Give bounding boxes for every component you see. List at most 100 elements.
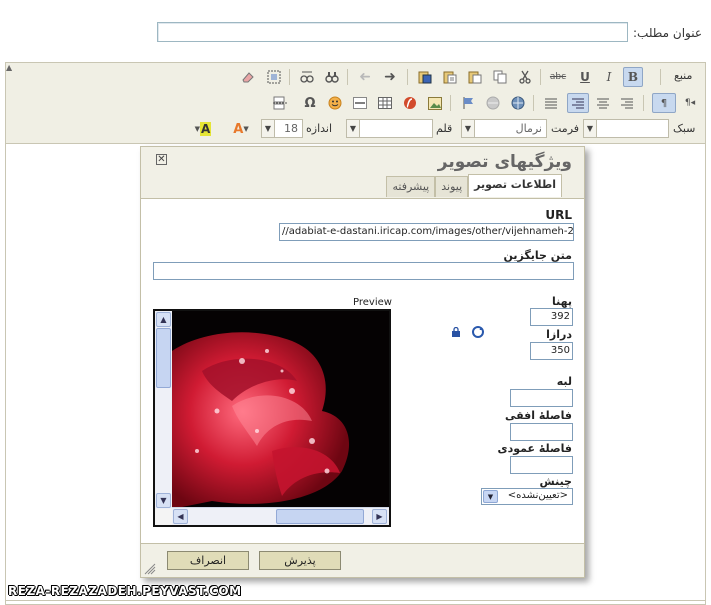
horizontal-rule-icon [353, 97, 367, 109]
height-input[interactable]: 350 [530, 342, 573, 360]
copy-button[interactable] [490, 67, 510, 87]
url-label: URL [545, 208, 572, 222]
url-input[interactable]: //adabiat-e-dastani.iricap.com/images/ot… [279, 223, 574, 241]
align-center-button[interactable] [593, 93, 613, 113]
post-title-label: عنوان مطلب: [633, 26, 703, 40]
vertical-scroll-thumb[interactable] [156, 328, 171, 388]
toolbar-row-2: ¶◂ ¶ Ω [10, 92, 701, 116]
collapse-toolbar-icon[interactable]: ▲ [6, 63, 12, 72]
strike-button[interactable]: abc [548, 67, 568, 87]
italic-button[interactable]: I [599, 67, 619, 87]
paste-word-icon [418, 71, 432, 84]
toolbar-separator [540, 69, 541, 85]
border-label: لبه [556, 375, 572, 388]
size-dropdown-arrow[interactable]: ▼ [261, 119, 275, 138]
undo-icon: ➜ [359, 69, 371, 85]
hspace-input[interactable] [510, 423, 573, 441]
cancel-button[interactable]: انصراف [167, 551, 249, 570]
tab-link[interactable]: پیوند [435, 176, 469, 197]
width-input[interactable]: 392 [530, 308, 573, 326]
border-input[interactable] [510, 389, 573, 407]
tab-image-info[interactable]: اطلاعات تصویر [468, 174, 562, 197]
flash-icon [404, 97, 416, 109]
copy-icon [493, 70, 507, 84]
watermark-text: REZA-REZAZADEH.PEYVAST.COM [8, 584, 242, 598]
cut-button[interactable] [515, 67, 535, 87]
align-left-button[interactable] [541, 93, 561, 113]
source-label: منبع [674, 69, 693, 82]
binoculars-icon [325, 72, 339, 83]
format-label: فرمت [551, 122, 580, 135]
unlink-button[interactable] [483, 93, 503, 113]
tab-advanced[interactable]: پیشرفته [386, 176, 436, 197]
ok-button[interactable]: پذیرش [259, 551, 341, 570]
ltr-icon: ¶◂ [684, 98, 696, 108]
preview-horizontal-scrollbar[interactable]: ◀ ▶ [172, 507, 389, 525]
dialog-title: ویژگیهای تصویر [437, 152, 572, 172]
underline-button[interactable]: U [575, 67, 595, 87]
align-right-active-button[interactable] [567, 93, 589, 113]
hspace-label: فاصلهٔ افقی [505, 409, 572, 422]
source-button[interactable]: منبع [674, 67, 706, 87]
lock-ratio-icon[interactable] [451, 327, 461, 337]
flag-icon [463, 97, 473, 109]
toolbar-separator [450, 95, 451, 111]
table-button[interactable] [375, 93, 395, 113]
paste-button[interactable] [465, 67, 485, 87]
scroll-right-icon[interactable]: ▶ [372, 509, 387, 524]
smiley-button[interactable] [325, 93, 345, 113]
paste-word-button[interactable] [415, 67, 435, 87]
toolbar-separator [289, 69, 290, 85]
undo-button[interactable]: ➜ [355, 67, 375, 87]
reset-size-icon[interactable] [472, 326, 484, 338]
alt-text-input[interactable] [153, 262, 574, 280]
chevron-down-icon[interactable]: ▼ [483, 490, 498, 503]
preview-vertical-scrollbar[interactable]: ▲ ▼ [155, 311, 173, 509]
globe-link-icon [511, 96, 524, 110]
flash-button[interactable] [400, 93, 420, 113]
scroll-left-icon[interactable]: ◀ [173, 509, 188, 524]
format-dropdown-arrow[interactable]: ▼ [461, 119, 475, 138]
scissors-icon [519, 70, 531, 84]
bold-button[interactable]: B [623, 67, 643, 87]
align-label: چینش [539, 475, 572, 488]
rose-image [172, 311, 389, 509]
resize-grip-icon[interactable] [144, 563, 156, 575]
rtl-button[interactable]: ¶ [652, 93, 676, 113]
redo-button[interactable]: ➜ [380, 67, 400, 87]
align-left-icon [545, 98, 557, 108]
vspace-input[interactable] [510, 456, 573, 474]
align-right-icon [621, 98, 633, 108]
size-label: اندازه [306, 122, 333, 135]
bg-color-icon: A [233, 121, 244, 137]
align-right-button[interactable] [617, 93, 637, 113]
toolbar-separator [407, 69, 408, 85]
scroll-down-icon[interactable]: ▼ [156, 493, 171, 508]
special-char-button[interactable]: Ω [300, 93, 320, 113]
image-button[interactable] [425, 93, 445, 113]
ltr-button[interactable]: ¶◂ [680, 93, 700, 113]
editor-bottom-border [6, 600, 705, 601]
replace-button[interactable] [297, 67, 317, 87]
text-color-button[interactable]: ▼ A [190, 119, 216, 139]
font-dropdown-arrow[interactable]: ▼ [346, 119, 360, 138]
post-title-input[interactable] [157, 22, 628, 42]
toolbar-separator [533, 95, 534, 111]
chevron-down-icon: ▼ [243, 125, 249, 133]
underline-icon: U [580, 70, 590, 84]
remove-format-button[interactable] [238, 67, 258, 87]
select-all-button[interactable] [264, 67, 284, 87]
close-icon[interactable]: ✕ [156, 154, 167, 165]
find-button[interactable] [322, 67, 342, 87]
style-dropdown-arrow[interactable]: ▼ [583, 119, 597, 138]
scroll-up-icon[interactable]: ▲ [156, 312, 171, 327]
bg-color-button[interactable]: A ▼ [230, 119, 252, 139]
link-button[interactable] [508, 93, 528, 113]
anchor-button[interactable] [458, 93, 478, 113]
horizontal-scroll-thumb[interactable] [276, 509, 364, 524]
paste-text-button[interactable] [440, 67, 460, 87]
page-break-button[interactable] [270, 93, 290, 113]
hr-button[interactable] [350, 93, 370, 113]
image-preview[interactable]: ▲ ▼ ◀ ▶ [153, 309, 391, 527]
redo-icon: ➜ [384, 69, 396, 85]
